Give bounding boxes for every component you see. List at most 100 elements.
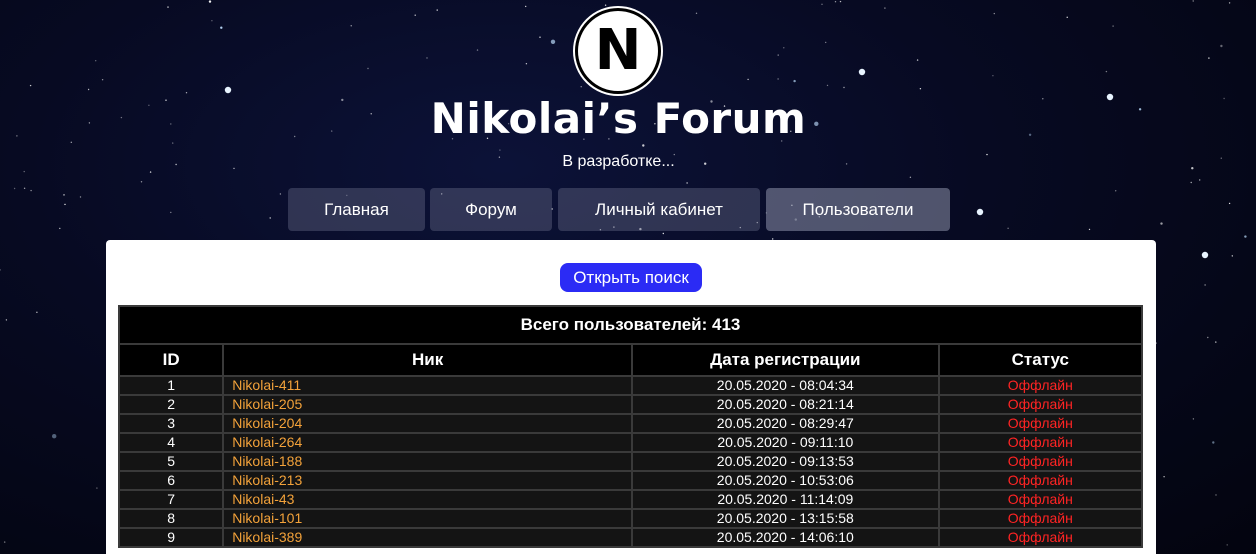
star [604, 4, 607, 6]
user-status: Оффлайн [937, 470, 1144, 491]
star [662, 232, 664, 235]
users-table-body: 1 Nikolai-411 20.05.2020 - 08:04:34 Оффлайн… [117, 375, 1144, 548]
star [909, 176, 912, 178]
nav-profile[interactable]: Личный кабинет [558, 188, 760, 231]
star [1231, 255, 1234, 257]
user-nick-link[interactable]: Nikolai-188 [222, 451, 633, 472]
nav-profile-label: Личный кабинет [595, 199, 723, 219]
nav-forum[interactable]: Форум [430, 188, 552, 231]
star [825, 41, 827, 44]
site-subtitle: В разработке... [562, 153, 675, 170]
star [695, 12, 698, 14]
user-nick-link[interactable]: Nikolai-389 [222, 527, 633, 548]
column-header-status[interactable]: Статус [937, 343, 1144, 377]
star [834, 1, 837, 3]
open-search-label: Открыть поиск [573, 267, 689, 287]
column-header-id[interactable]: ID [117, 343, 225, 377]
user-registration-date: 20.05.2020 - 10:53:06 [631, 470, 940, 491]
nav-home-label: Главная [324, 199, 389, 219]
star [414, 14, 416, 16]
star [1215, 494, 1217, 496]
main-nav: Главная Форум Личный кабинет Пользовател… [0, 188, 1256, 231]
star [884, 7, 886, 9]
star [821, 3, 823, 5]
star [525, 5, 527, 8]
star [3, 541, 6, 543]
star [793, 79, 796, 83]
star [95, 60, 97, 62]
star [839, 0, 842, 3]
user-id: 7 [117, 489, 225, 510]
user-registration-date: 20.05.2020 - 14:06:10 [631, 527, 940, 548]
user-nick-link[interactable]: Nikolai-264 [222, 432, 633, 453]
table-row: 2 Nikolai-205 20.05.2020 - 08:21:14 Оффлайн [117, 394, 1144, 415]
logo-letter: N [594, 18, 642, 83]
column-header-nick[interactable]: Ник [222, 343, 633, 377]
table-row: 7 Nikolai-43 20.05.2020 - 11:14:09 Оффлайн [117, 489, 1144, 510]
user-registration-date: 20.05.2020 - 09:13:53 [631, 451, 940, 472]
star [167, 6, 169, 8]
star [550, 39, 556, 44]
star [52, 434, 57, 439]
star [211, 20, 213, 22]
star [149, 171, 152, 173]
star [642, 144, 645, 147]
star [1066, 16, 1068, 18]
site-title: Nikolai’s Forum [430, 94, 807, 143]
user-status: Оффлайн [937, 489, 1144, 510]
star [96, 487, 98, 489]
user-id: 6 [117, 470, 225, 491]
user-nick-link[interactable]: Nikolai-43 [222, 489, 633, 510]
star [1208, 57, 1210, 59]
star [919, 88, 922, 90]
star [1105, 70, 1108, 73]
user-registration-date: 20.05.2020 - 08:29:47 [631, 413, 940, 434]
star [1215, 341, 1217, 343]
star [1228, 2, 1231, 4]
user-nick-link[interactable]: Nikolai-213 [222, 470, 633, 491]
user-registration-date: 20.05.2020 - 08:21:14 [631, 394, 940, 415]
star [539, 36, 541, 38]
user-nick-link[interactable]: Nikolai-204 [222, 413, 633, 434]
user-id: 3 [117, 413, 225, 434]
star [5, 319, 8, 321]
user-registration-date: 20.05.2020 - 09:11:10 [631, 432, 940, 453]
star [476, 49, 479, 51]
user-status: Оффлайн [937, 508, 1144, 529]
table-row: 9 Nikolai-389 20.05.2020 - 14:06:10 Оффлайн [117, 527, 1144, 548]
star [1112, 25, 1114, 27]
star [499, 149, 501, 151]
star [826, 84, 829, 87]
users-table: Всего пользователей: 413 ID Ник Дата рег… [117, 305, 1144, 548]
bright-star [858, 68, 866, 76]
user-status: Оффлайн [937, 413, 1144, 434]
user-nick-link[interactable]: Nikolai-101 [222, 508, 633, 529]
logo-circle: N [578, 11, 658, 91]
star [426, 57, 428, 59]
table-row: 5 Nikolai-188 20.05.2020 - 09:13:53 Оффлайн [117, 451, 1144, 472]
star [208, 0, 212, 3]
nav-users[interactable]: Пользователи [766, 188, 950, 231]
user-nick-link[interactable]: Nikolai-205 [222, 394, 633, 415]
table-row: 4 Nikolai-264 20.05.2020 - 09:11:10 Оффлайн [117, 432, 1144, 453]
nav-home[interactable]: Главная [288, 188, 425, 231]
star [101, 79, 104, 81]
user-id: 5 [117, 451, 225, 472]
table-row: 3 Nikolai-204 20.05.2020 - 08:29:47 Оффлайн [117, 413, 1144, 434]
nav-users-label: Пользователи [802, 199, 914, 219]
user-status: Оффлайн [937, 451, 1144, 472]
user-registration-date: 20.05.2020 - 11:14:09 [631, 489, 940, 510]
user-registration-date: 20.05.2020 - 08:04:34 [631, 375, 940, 396]
star [436, 9, 438, 11]
column-header-date[interactable]: Дата регистрации [631, 343, 940, 377]
forum-logo[interactable]: N [573, 6, 663, 96]
users-total-caption: Всего пользователей: 413 [118, 305, 1143, 343]
table-row: 1 Nikolai-411 20.05.2020 - 08:04:34 Оффлайн [117, 375, 1144, 396]
star [783, 47, 785, 49]
star [367, 67, 369, 70]
user-nick-link[interactable]: Nikolai-411 [222, 375, 633, 396]
star [350, 25, 352, 27]
open-search-button[interactable]: Открыть поиск [560, 263, 702, 292]
user-status: Оффлайн [937, 432, 1144, 453]
star [1212, 441, 1215, 444]
